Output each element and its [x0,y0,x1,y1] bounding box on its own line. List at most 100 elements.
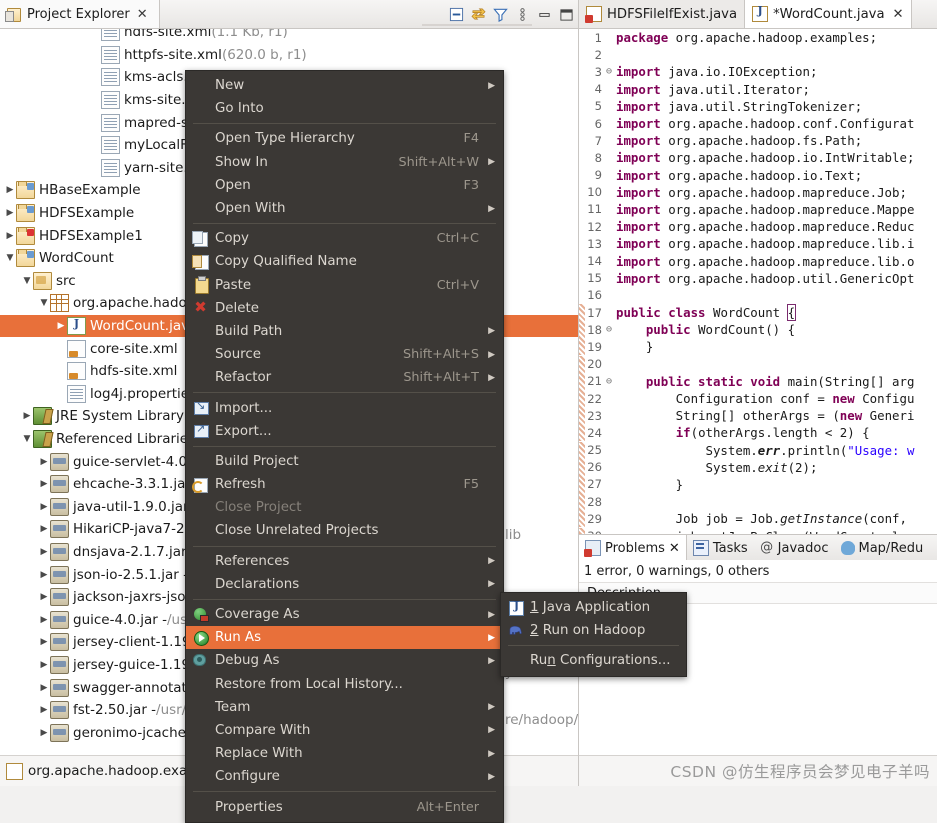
code-line: 8 import org.apache.hadoop.io.IntWritable… [579,149,937,166]
menu-item-open-with[interactable]: Open With ▶ [186,197,503,220]
tree-item[interactable]: hdfs-site.xml (1.1 Kb, r1) [0,29,578,44]
tree-twisty[interactable]: ▶ [38,479,50,489]
bottom-tab[interactable]: Tasks [687,535,754,561]
submenu-arrow-icon: ▶ [488,771,495,782]
submenu-item-java-application[interactable]: 1 Java Application [501,596,686,619]
menu-accelerator: F5 [463,477,479,493]
code-line: 22 Configuration conf = new Configu [579,390,937,408]
menu-item-team[interactable]: Team ▶ [186,696,503,719]
menu-item-restore-from-local-history[interactable]: Restore from Local History... [186,673,503,696]
submenu-arrow-icon: ▶ [488,748,495,759]
menu-separator [193,123,496,125]
tree-twisty[interactable]: ▶ [38,660,50,670]
tree-twisty[interactable]: ▶ [38,502,50,512]
menu-item-open[interactable]: Open F3 [186,174,503,197]
menu-item-paste[interactable]: Paste Ctrl+V [186,274,503,297]
submenu-arrow-icon: ▶ [488,157,495,168]
menu-icon-slot [192,370,210,386]
source-editor[interactable]: 1 package org.apache.hadoop.examples; 2 3 ⊖ i… [579,29,937,534]
fold-toggle[interactable]: ⊖ [604,324,614,335]
tree-twisty[interactable]: ▼ [21,434,33,444]
tree-twisty[interactable]: ▶ [38,705,50,715]
fold-toggle[interactable]: ⊖ [604,376,614,387]
menu-item-close-unrelated-projects[interactable]: Close Unrelated Projects [186,519,503,542]
jar-icon [50,452,69,471]
java-error-icon [585,6,602,23]
tree-twisty[interactable]: ▶ [4,231,16,241]
run-as-submenu[interactable]: 1 Java Application 2 Run on Hadoop Run Con… [500,592,687,677]
menu-item-refactor[interactable]: Refactor Shift+Alt+T ▶ [186,366,503,389]
menu-item-show-in[interactable]: Show In Shift+Alt+W ▶ [186,151,503,174]
menu-item-replace-with[interactable]: Replace With ▶ [186,742,503,765]
tree-twisty[interactable]: ▶ [38,570,50,580]
menu-item-copy-qualified-name[interactable]: Copy Qualified Name [186,250,503,273]
menu-item-declarations[interactable]: Declarations ▶ [186,573,503,596]
tree-twisty[interactable]: ▶ [38,683,50,693]
editor-tab[interactable]: *WordCount.java ✕ [745,0,912,28]
menu-item-debug-as[interactable]: Debug As ▶ [186,649,503,672]
bottom-tab[interactable]: Problems ✕ [579,535,687,561]
tree-twisty[interactable]: ▼ [38,298,50,308]
tree-twisty[interactable]: ▼ [4,253,16,263]
code-line: 23 String[] otherArgs = (new Generi [579,407,937,425]
jar-icon [50,678,69,697]
menu-item-configure[interactable]: Configure ▶ [186,765,503,788]
project-context-menu[interactable]: New ▶ Go Into Open Type Hierarchy F4 Show In S… [185,70,504,823]
editor-tab[interactable]: HDFSFileIfExist.java [579,0,746,28]
menu-item-go-into[interactable]: Go Into [186,97,503,120]
tree-item-label: log4j.properties [90,385,197,402]
tree-twisty[interactable]: ▶ [21,411,33,421]
menu-item-source[interactable]: Source Shift+Alt+S ▶ [186,343,503,366]
menu-icon-slot [192,676,210,692]
close-icon[interactable]: ✕ [893,7,904,22]
code-text: import org.apache.hadoop.fs.Path; [616,133,863,149]
xmlc-icon [67,339,86,358]
tree-twisty[interactable]: ▶ [38,728,50,738]
problems-icon [584,540,601,557]
menu-item-export[interactable]: Export... [186,420,503,443]
submenu-item-run-configurations[interactable]: Run Configurations... [501,649,686,672]
tree-twisty[interactable]: ▶ [38,457,50,467]
menu-item-new[interactable]: New ▶ [186,74,503,97]
menu-item-delete[interactable]: ✖ Delete [186,297,503,320]
collapse-all-icon[interactable] [449,7,464,22]
bottom-tab[interactable]: Map/Redu [835,535,930,561]
jar-icon [50,565,69,584]
tree-twisty[interactable]: ▶ [38,524,50,534]
menu-item-coverage-as[interactable]: Coverage As ▶ [186,603,503,626]
menu-item-build-project[interactable]: Build Project [186,450,503,473]
tree-twisty[interactable]: ▶ [38,615,50,625]
tree-twisty[interactable]: ▶ [4,208,16,218]
close-icon[interactable]: ✕ [137,7,148,22]
xml-icon [101,158,120,177]
menu-item-import[interactable]: Import... [186,396,503,419]
tree-twisty[interactable]: ▶ [38,637,50,647]
menu-item-references[interactable]: References ▶ [186,550,503,573]
tree-twisty[interactable]: ▶ [38,547,50,557]
tree-twisty[interactable]: ▶ [38,592,50,602]
menu-item-refresh[interactable]: Refresh F5 [186,473,503,496]
tree-twisty[interactable]: ▼ [21,276,33,286]
menu-item-compare-with[interactable]: Compare With ▶ [186,719,503,742]
menu-item-label: References [215,553,290,569]
menu-item-build-path[interactable]: Build Path ▶ [186,320,503,343]
tree-twisty[interactable]: ▶ [4,185,16,195]
minimize-icon[interactable] [537,7,552,22]
menu-item-copy[interactable]: Copy Ctrl+C [186,227,503,250]
view-filter-icon[interactable] [493,7,508,22]
bottom-tab[interactable]: @ Javadoc [754,535,835,561]
tree-twisty[interactable]: ▶ [55,321,67,331]
link-with-editor-icon[interactable] [471,7,486,22]
view-menu-icon[interactable] [515,7,530,22]
close-icon[interactable]: ✕ [669,541,680,556]
fold-toggle[interactable]: ⊖ [604,66,614,77]
submenu-arrow-icon: ▶ [488,609,495,620]
tab-project-explorer[interactable]: Project Explorer ✕ [0,0,160,28]
code-text: String[] otherArgs = (new Generi [616,408,915,424]
submenu-item-run-on-hadoop[interactable]: 2 Run on Hadoop [501,619,686,642]
menu-item-properties[interactable]: Properties Alt+Enter [186,795,503,818]
maximize-icon[interactable] [559,7,574,22]
menu-item-run-as[interactable]: Run As ▶ [186,626,503,650]
menu-item-open-type-hierarchy[interactable]: Open Type Hierarchy F4 [186,127,503,150]
tree-item[interactable]: httpfs-site.xml (620.0 b, r1) [0,44,578,67]
